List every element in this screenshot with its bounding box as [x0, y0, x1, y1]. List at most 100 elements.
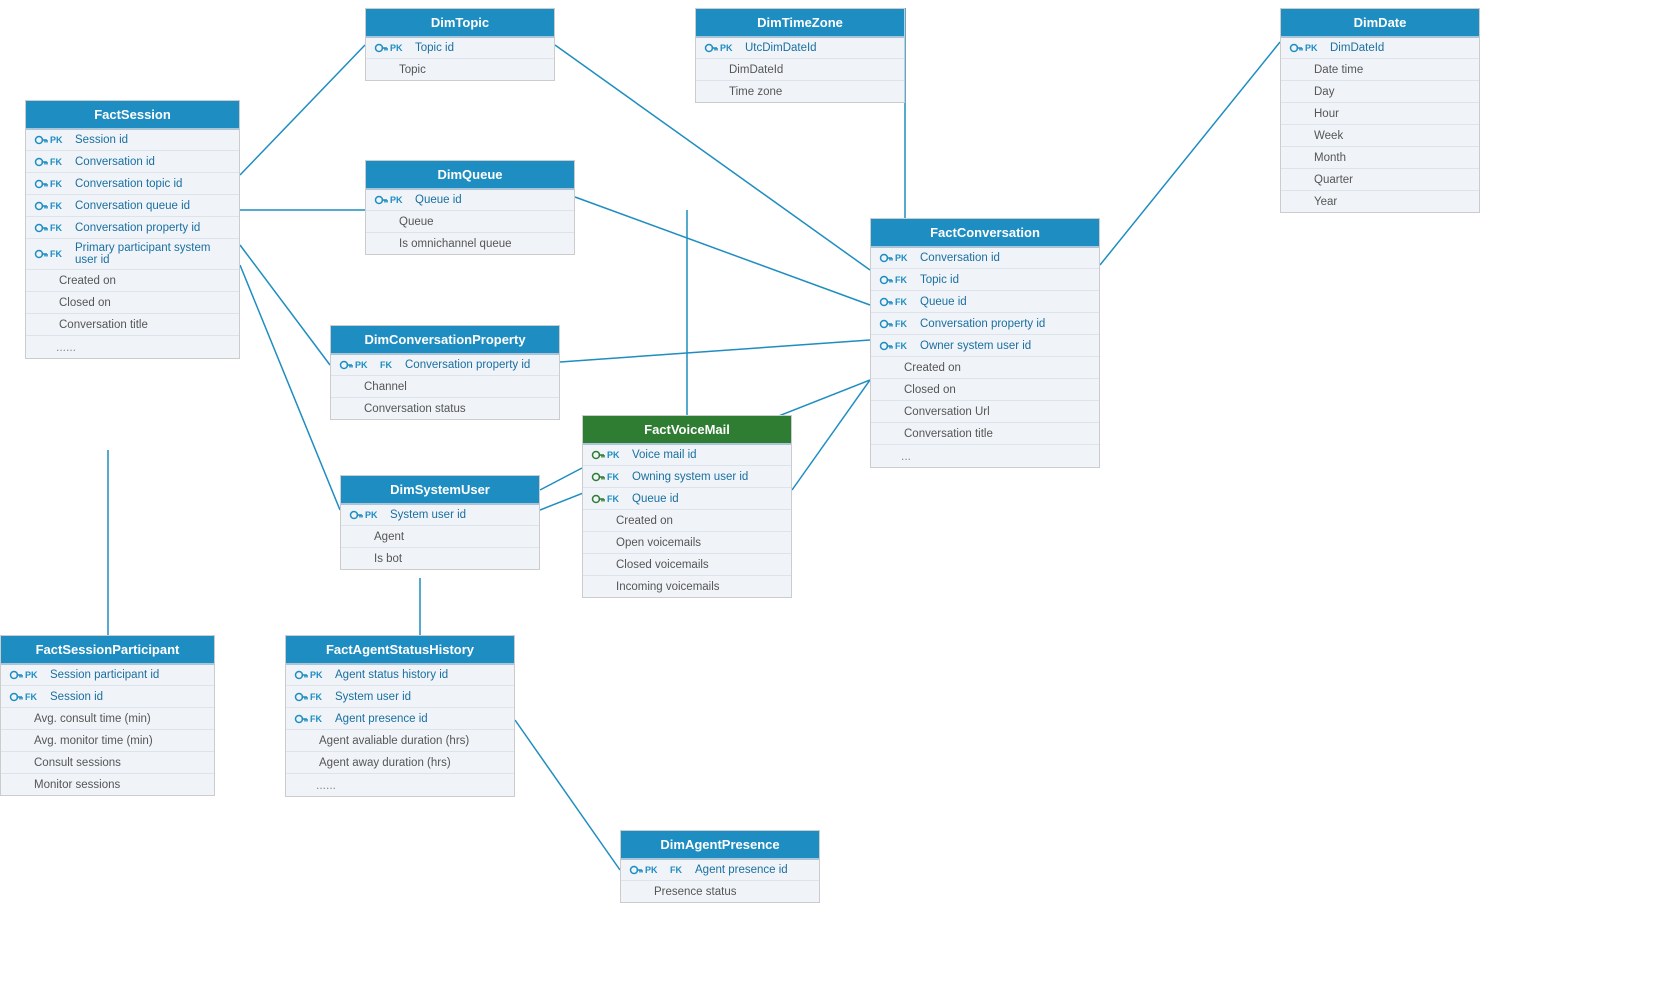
- table-dimSystemUser: DimSystemUser PKSystem user idAgentIs bo…: [340, 475, 540, 570]
- table-row: Channel: [331, 375, 559, 397]
- field-name: Presence status: [654, 886, 736, 898]
- field-name: Consult sessions: [34, 757, 121, 769]
- key-icon: [294, 712, 308, 726]
- key-icon: [879, 317, 893, 331]
- field-name: Is bot: [374, 553, 402, 565]
- table-row: PKSession participant id: [1, 663, 214, 685]
- field-badge: PK: [645, 865, 667, 875]
- key-icon: [629, 863, 643, 877]
- table-row: DimDateId: [696, 58, 904, 80]
- table-row: FKOwner system user id: [871, 334, 1099, 356]
- field-name: Agent presence id: [695, 864, 788, 876]
- table-dimTimeZone: DimTimeZone PKUtcDimDateId DimDateId Time …: [695, 8, 905, 103]
- field-name: DimDateId: [729, 64, 783, 76]
- table-row: FKConversation queue id: [26, 194, 239, 216]
- key-icon: [591, 448, 605, 462]
- field-name: Week: [1314, 130, 1343, 142]
- field-name: Topic id: [415, 42, 454, 54]
- table-row: Date time: [1281, 58, 1479, 80]
- field-badge-fk: FK: [670, 865, 692, 875]
- table-row: Conversation title: [26, 313, 239, 335]
- field-name: Topic: [399, 64, 426, 76]
- field-badge: PK: [720, 43, 742, 53]
- table-factAgentStatusHistory: FactAgentStatusHistory PKAgent status hi…: [285, 635, 515, 797]
- table-row: Avg. monitor time (min): [1, 729, 214, 751]
- field-badge: FK: [50, 223, 72, 233]
- field-badge: FK: [607, 472, 629, 482]
- table-row: FKOwning system user id: [583, 465, 791, 487]
- table-row: Time zone: [696, 80, 904, 102]
- field-name: Conversation topic id: [75, 178, 182, 190]
- field-name: Conversation id: [75, 156, 155, 168]
- field-badge: PK: [390, 43, 412, 53]
- field-name: Is omnichannel queue: [399, 238, 512, 250]
- field-badge: FK: [310, 714, 332, 724]
- field-name: DimDateId: [1330, 42, 1384, 54]
- field-name: Date time: [1314, 64, 1363, 76]
- table-row: Closed voicemails: [583, 553, 791, 575]
- field-name: Month: [1314, 152, 1346, 164]
- table-row: PKSession id: [26, 128, 239, 150]
- table-header-dimTimeZone: DimTimeZone: [696, 9, 904, 36]
- table-header-factSessionParticipant: FactSessionParticipant: [1, 636, 214, 663]
- table-factSessionParticipant: FactSessionParticipant PKSession partici…: [0, 635, 215, 796]
- field-name: Conversation status: [364, 403, 466, 415]
- key-icon: [879, 251, 893, 265]
- key-icon: [879, 273, 893, 287]
- field-name: Conversation title: [59, 319, 148, 331]
- field-name: Created on: [59, 275, 116, 287]
- field-badge: PK: [25, 670, 47, 680]
- field-name: Session id: [75, 134, 128, 146]
- table-row: Agent avaliable duration (hrs): [286, 729, 514, 751]
- table-row: Monitor sessions: [1, 773, 214, 795]
- table-row: Is omnichannel queue: [366, 232, 574, 254]
- diagram-canvas: DimTopic PKTopic idTopicDimTimeZone PKUt…: [0, 0, 1667, 994]
- key-icon: [879, 339, 893, 353]
- field-badge: FK: [50, 249, 72, 259]
- field-badge: PK: [365, 510, 387, 520]
- table-row: PKUtcDimDateId: [696, 36, 904, 58]
- field-badge: FK: [895, 275, 917, 285]
- key-icon: [374, 193, 388, 207]
- table-row: FKAgent presence id: [286, 707, 514, 729]
- field-name: System user id: [390, 509, 466, 521]
- key-icon: [1289, 41, 1303, 55]
- field-badge: FK: [50, 157, 72, 167]
- table-row: Conversation Url: [871, 400, 1099, 422]
- field-name: Conversation property id: [920, 318, 1045, 330]
- table-row: Queue: [366, 210, 574, 232]
- field-name: Created on: [616, 515, 673, 527]
- field-name: Conversation id: [920, 252, 1000, 264]
- field-name: Created on: [904, 362, 961, 374]
- key-icon: [591, 492, 605, 506]
- table-row: Quarter: [1281, 168, 1479, 190]
- field-name: UtcDimDateId: [745, 42, 817, 54]
- table-row: Week: [1281, 124, 1479, 146]
- table-row: FKConversation property id: [26, 216, 239, 238]
- table-ellipsis: ...: [871, 444, 1099, 467]
- field-name: Hour: [1314, 108, 1339, 120]
- field-name: Agent status history id: [335, 669, 448, 681]
- table-dimConversationProperty: DimConversationProperty PKFKConversation…: [330, 325, 560, 420]
- field-name: Open voicemails: [616, 537, 701, 549]
- table-dimDate: DimDate PKDimDateIdDate timeDayHourWeekM…: [1280, 8, 1480, 213]
- field-name: Primary participant system user id: [75, 242, 231, 266]
- key-icon: [294, 668, 308, 682]
- field-name: Queue id: [920, 296, 967, 308]
- table-row: Day: [1281, 80, 1479, 102]
- field-name: Avg. consult time (min): [34, 713, 151, 725]
- table-header-dimAgentPresence: DimAgentPresence: [621, 831, 819, 858]
- key-icon: [34, 247, 48, 261]
- field-name: Agent presence id: [335, 713, 428, 725]
- table-ellipsis: ......: [26, 335, 239, 358]
- table-ellipsis: ......: [286, 773, 514, 796]
- field-name: Incoming voicemails: [616, 581, 720, 593]
- field-name: Agent avaliable duration (hrs): [319, 735, 469, 747]
- field-badge: PK: [50, 135, 72, 145]
- table-row: FKConversation property id: [871, 312, 1099, 334]
- key-icon: [34, 155, 48, 169]
- table-dimTopic: DimTopic PKTopic idTopic: [365, 8, 555, 81]
- field-name: System user id: [335, 691, 411, 703]
- field-name: Monitor sessions: [34, 779, 120, 791]
- table-row: PKFKConversation property id: [331, 353, 559, 375]
